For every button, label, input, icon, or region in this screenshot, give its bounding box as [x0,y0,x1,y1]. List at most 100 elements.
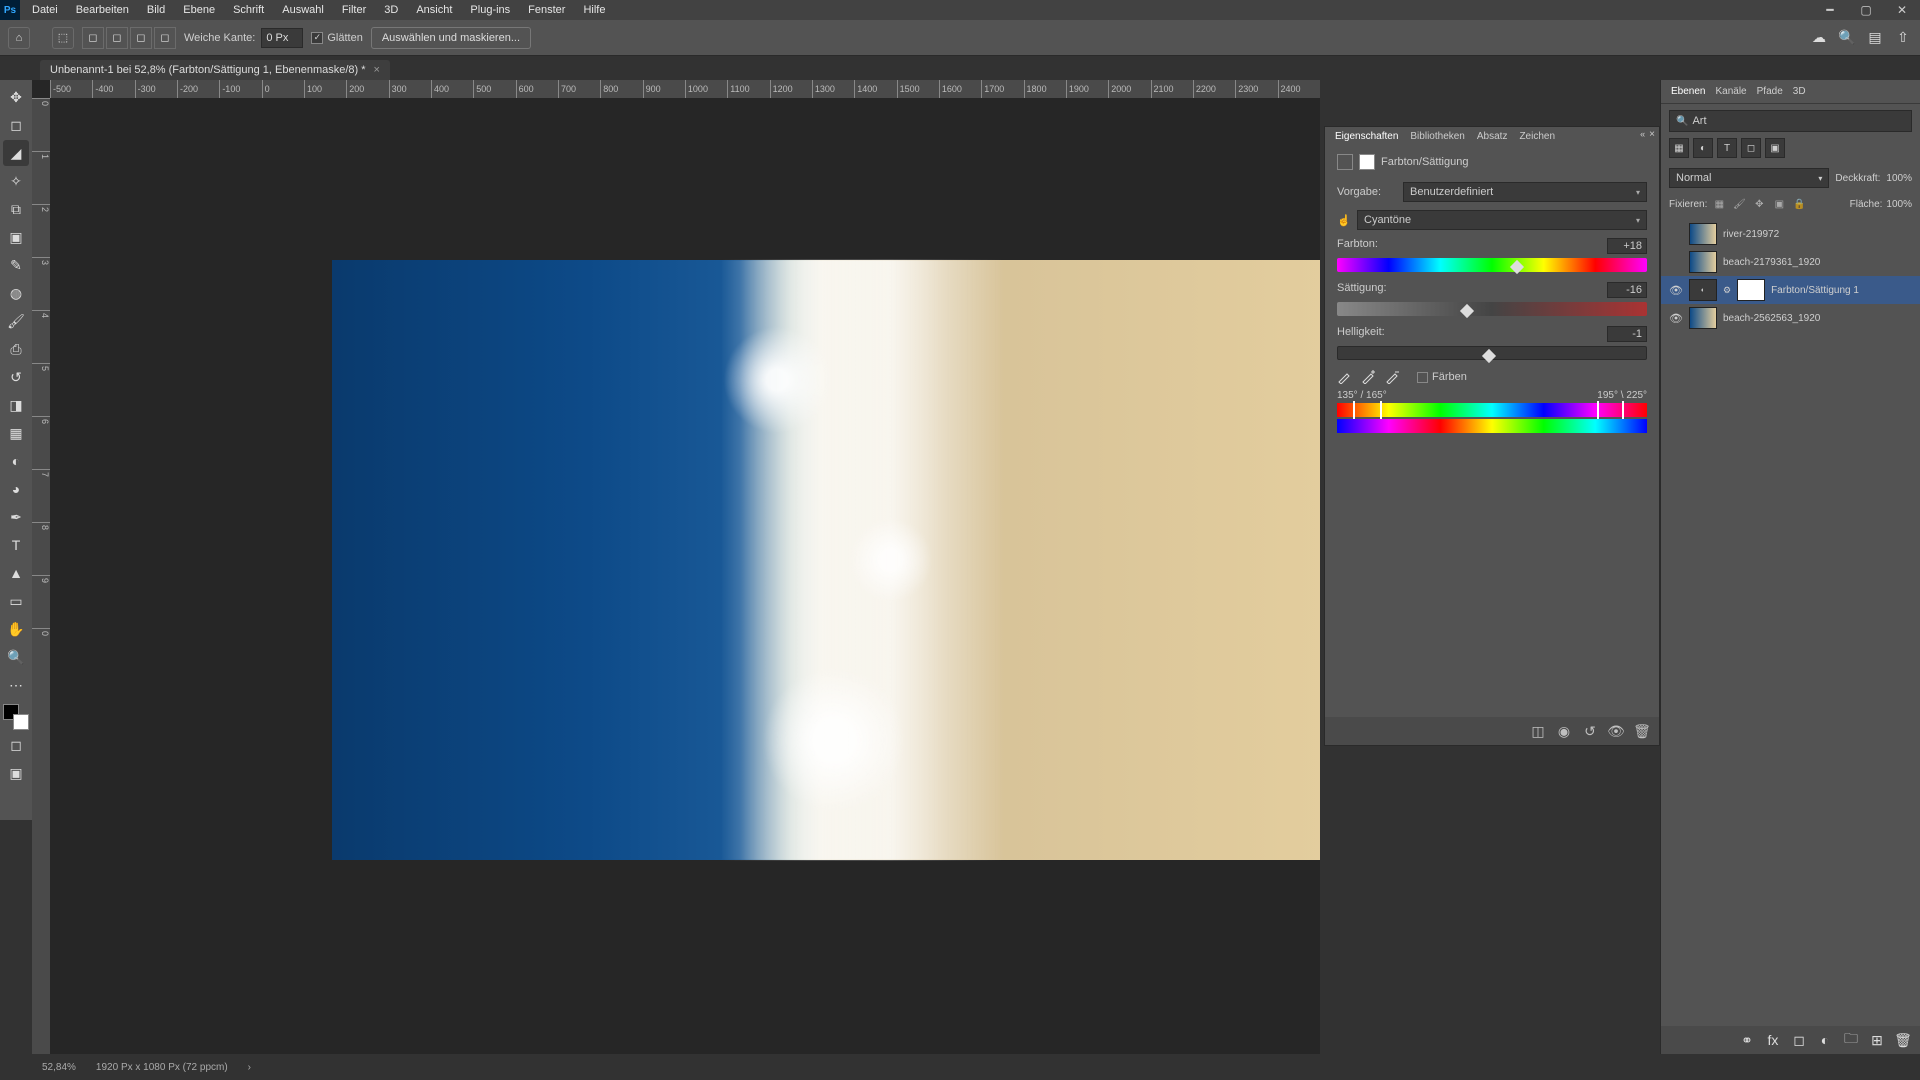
tab-layers[interactable]: Ebenen [1671,86,1705,97]
tab-properties[interactable]: Eigenschaften [1335,131,1398,142]
menu-hilfe[interactable]: Hilfe [581,2,607,18]
move-tool[interactable]: ✥ [3,84,29,110]
saturation-track[interactable] [1337,302,1647,316]
selection-new-icon[interactable]: ◻ [82,27,104,49]
group-icon[interactable]: 🗀 [1842,1031,1860,1049]
brush-tool[interactable]: 🖌 [3,308,29,334]
lasso-tool[interactable]: ◢ [3,140,29,166]
clone-stamp-tool[interactable]: ⎙ [3,336,29,362]
visibility-toggle-icon[interactable] [1669,227,1683,241]
feather-input[interactable] [261,28,303,48]
workspace-icon[interactable]: ▤ [1866,29,1884,47]
menu-ebene[interactable]: Ebene [181,2,217,18]
eyedropper-add-icon[interactable] [1361,370,1375,384]
menu-plug-ins[interactable]: Plug-ins [468,2,512,18]
antialias-checkbox[interactable]: ✓ Glätten [311,32,362,44]
reset-icon[interactable]: ↺ [1581,722,1599,740]
toggle-visibility-icon[interactable]: 👁 [1607,722,1625,740]
eyedropper-subtract-icon[interactable] [1385,370,1399,384]
close-button[interactable]: ✕ [1884,0,1920,20]
tab-paths[interactable]: Pfade [1757,86,1783,97]
preset-select[interactable]: Benutzerdefiniert [1403,182,1647,202]
delete-adjustment-icon[interactable]: 🗑 [1633,722,1651,740]
doc-info[interactable]: 1920 Px x 1080 Px (72 ppcm) [96,1062,228,1073]
tool-preset-icon[interactable]: ⬚ [52,27,74,49]
type-tool[interactable]: T [3,532,29,558]
visibility-toggle-icon[interactable]: 👁 [1669,283,1683,297]
menu-bearbeiten[interactable]: Bearbeiten [74,2,131,18]
dodge-tool[interactable]: ◕ [3,476,29,502]
close-tab-icon[interactable]: × [374,64,380,76]
lightness-track[interactable] [1337,346,1647,360]
filter-shape-icon[interactable]: ◻ [1741,138,1761,158]
layer-mask-icon[interactable]: ◻ [1790,1031,1808,1049]
minimize-button[interactable]: ━ [1812,0,1848,20]
lock-pixels-icon[interactable]: 🖌 [1731,196,1747,212]
clip-to-layer-icon[interactable]: ◫ [1529,722,1547,740]
zoom-display[interactable]: 52,84% [42,1062,76,1073]
layer-row[interactable]: beach-2179361_1920 [1661,248,1920,276]
filter-kind-select[interactable]: Art [1669,110,1912,132]
adjustment-layer-icon[interactable]: ◐ [1816,1031,1834,1049]
spectrum-top[interactable] [1337,403,1647,417]
view-previous-icon[interactable]: ◉ [1555,722,1573,740]
fill-value[interactable]: 100% [1886,199,1912,210]
cloud-docs-icon[interactable]: ☁ [1810,29,1828,47]
magic-wand-tool[interactable]: ✧ [3,168,29,194]
marquee-tool[interactable]: ◻ [3,112,29,138]
blur-tool[interactable]: ◐ [3,448,29,474]
zoom-tool[interactable]: 🔍 [3,644,29,670]
tab-character[interactable]: Zeichen [1519,131,1555,142]
edit-toolbar[interactable]: ⋯ [3,672,29,698]
layer-style-icon[interactable]: fx [1764,1031,1782,1049]
colorize-checkbox[interactable]: Färben [1417,371,1467,383]
screen-mode-icon[interactable]: ▣ [3,760,29,786]
close-panel-icon[interactable]: × [1649,129,1655,140]
selection-intersect-icon[interactable]: ◻ [154,27,176,49]
hue-track[interactable] [1337,258,1647,272]
tab-libraries[interactable]: Bibliotheken [1410,131,1464,142]
layer-row[interactable]: river-219972 [1661,220,1920,248]
status-more-icon[interactable]: › [248,1062,251,1073]
visibility-toggle-icon[interactable] [1669,255,1683,269]
menu-schrift[interactable]: Schrift [231,2,266,18]
path-selection-tool[interactable]: ▲ [3,560,29,586]
healing-brush-tool[interactable]: ◍ [3,280,29,306]
saturation-value[interactable]: -16 [1607,282,1647,298]
rectangle-tool[interactable]: ▭ [3,588,29,614]
home-icon[interactable]: ⌂ [8,27,30,49]
eyedropper-icon[interactable] [1337,370,1351,384]
channel-select[interactable]: Cyantöne [1357,210,1647,230]
blend-mode-select[interactable]: Normal [1669,168,1829,188]
filter-type-icon[interactable]: T [1717,138,1737,158]
lightness-value[interactable]: -1 [1607,326,1647,342]
lock-all-icon[interactable]: 🔒 [1791,196,1807,212]
new-layer-icon[interactable]: ⊞ [1868,1031,1886,1049]
lock-position-icon[interactable]: ✥ [1751,196,1767,212]
document-tab[interactable]: Unbenannt-1 bei 52,8% (Farbton/Sättigung… [40,60,390,80]
history-brush-tool[interactable]: ↺ [3,364,29,390]
menu-filter[interactable]: Filter [340,2,368,18]
filter-adjust-icon[interactable]: ◐ [1693,138,1713,158]
hue-value[interactable]: +18 [1607,238,1647,254]
eyedropper-tool[interactable]: ✎ [3,252,29,278]
spectrum-bottom[interactable] [1337,419,1647,433]
tab-3d[interactable]: 3D [1793,86,1806,97]
search-icon[interactable]: 🔍 [1838,29,1856,47]
link-layers-icon[interactable]: ⚭ [1738,1031,1756,1049]
menu-datei[interactable]: Datei [30,2,60,18]
menu-bild[interactable]: Bild [145,2,167,18]
visibility-toggle-icon[interactable]: 👁 [1669,311,1683,325]
quick-mask-icon[interactable]: ◻ [3,732,29,758]
tab-paragraph[interactable]: Absatz [1477,131,1508,142]
share-icon[interactable]: ⇧ [1894,29,1912,47]
layer-row[interactable]: 👁◐⚙Farbton/Sättigung 1 [1661,276,1920,304]
tab-channels[interactable]: Kanäle [1715,86,1746,97]
lock-transparent-icon[interactable]: ▦ [1711,196,1727,212]
canvas[interactable] [332,260,1320,860]
pen-tool[interactable]: ✒ [3,504,29,530]
hand-scrubber-icon[interactable]: ☝ [1337,214,1351,227]
filter-pixel-icon[interactable]: ▦ [1669,138,1689,158]
lock-artboard-icon[interactable]: ▣ [1771,196,1787,212]
filter-smart-icon[interactable]: ▣ [1765,138,1785,158]
